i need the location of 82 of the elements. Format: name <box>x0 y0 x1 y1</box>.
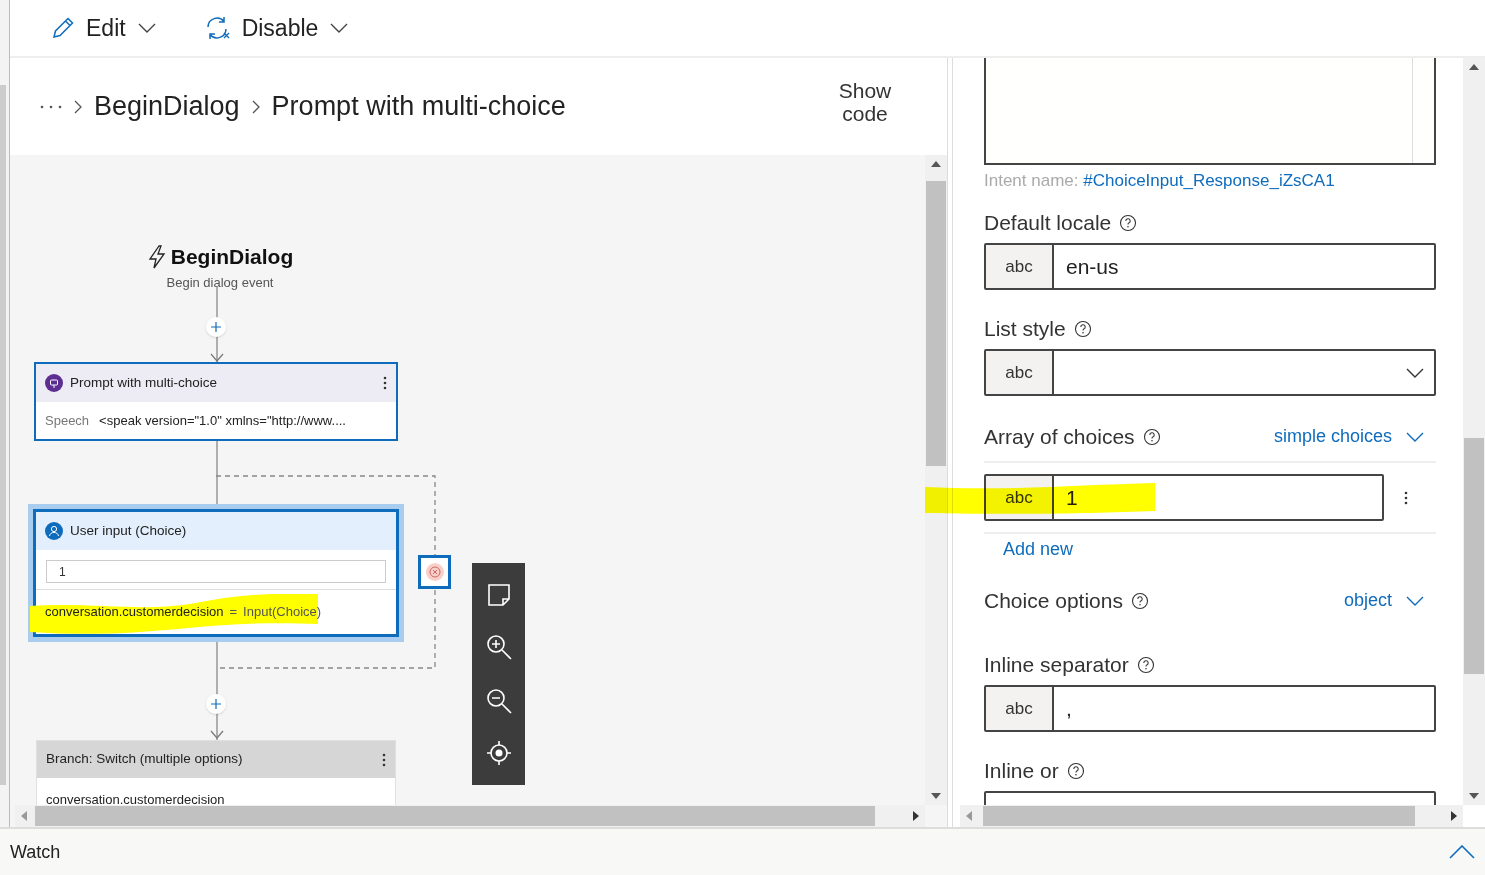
scroll-up-icon[interactable] <box>931 161 941 167</box>
trigger-title: BeginDialog <box>170 244 294 270</box>
help-icon[interactable] <box>1130 591 1149 610</box>
field-label: Default locale <box>984 211 1112 235</box>
scroll-right-icon[interactable] <box>1451 811 1457 821</box>
speech-value: <speak version="1.0" xmlns="http://www.... <box>99 411 346 430</box>
help-icon[interactable] <box>1142 427 1161 446</box>
branch-node[interactable]: Branch: Switch (multiple options) conversation.customerdecision <box>36 740 396 805</box>
user-icon <box>45 522 63 540</box>
node-title: Prompt with multi-choice <box>70 373 218 392</box>
chevron-right-icon <box>74 99 82 114</box>
scroll-down-icon[interactable] <box>931 793 941 799</box>
toolbar-button[interactable]: Edit <box>50 10 156 46</box>
zoom-out-icon[interactable] <box>484 686 513 715</box>
error-handler-node[interactable] <box>418 555 451 589</box>
add-step-button[interactable] <box>206 317 226 337</box>
intent-name: Intent name: #ChoiceInput_Response_iZsCA1 <box>984 171 1336 191</box>
type-label: abc <box>986 687 1054 730</box>
type-dropdown[interactable]: simple choices <box>1273 423 1424 450</box>
field-label: Speech <box>45 411 90 430</box>
field-label: List style <box>984 317 1066 341</box>
horizontal-scrollbar[interactable] <box>960 805 1463 827</box>
lightning-icon <box>146 244 167 269</box>
node-title: Branch: Switch (multiple options) <box>46 750 243 769</box>
field-label: Array of choices <box>984 424 1135 449</box>
more-icon[interactable] <box>383 376 387 390</box>
assignment-operator: = <box>229 603 238 622</box>
select-field[interactable]: abc <box>984 349 1436 396</box>
input-value: , <box>1065 695 1072 722</box>
show-code-button[interactable]: Show code <box>835 78 895 125</box>
vertical-scrollbar[interactable] <box>1463 58 1485 805</box>
input-value: 1 <box>1065 484 1078 511</box>
zoom-in-icon[interactable] <box>484 633 513 662</box>
text-area[interactable] <box>984 58 1436 165</box>
text-input[interactable]: abc en-us <box>984 243 1436 290</box>
chevron-right-icon <box>251 99 260 114</box>
input-value: en-us <box>1065 253 1119 280</box>
text-input[interactable]: abc , <box>984 685 1436 732</box>
add-new-link[interactable]: Add new <box>1003 538 1074 560</box>
branch-condition: conversation.customerdecision <box>46 792 225 805</box>
chevron-down-icon <box>1406 367 1424 378</box>
choice-field: 1 <box>46 560 386 583</box>
toolbar-button[interactable]: Disable <box>203 10 349 46</box>
scroll-up-icon[interactable] <box>1469 64 1479 70</box>
plus-icon <box>211 322 221 332</box>
type-label: abc <box>986 351 1054 394</box>
chevron-down-icon <box>1406 595 1424 606</box>
plus-icon <box>211 699 221 709</box>
field-label: Inline or <box>984 759 1059 783</box>
arrow-head-icon <box>210 730 224 739</box>
type-label: abc <box>986 245 1054 288</box>
minimap-icon[interactable] <box>485 581 512 608</box>
chevron-up-icon[interactable] <box>1449 845 1475 859</box>
more-icon[interactable] <box>382 752 386 767</box>
add-step-button[interactable] <box>206 694 226 714</box>
bot-icon <box>45 374 63 392</box>
help-icon[interactable] <box>1119 214 1138 232</box>
watch-panel-title: Watch <box>10 840 62 864</box>
node-title: User input (Choice) <box>70 521 187 540</box>
error-icon <box>425 563 444 581</box>
breadcrumb-item[interactable]: BeginDialog <box>94 86 240 127</box>
help-icon[interactable] <box>1073 320 1092 338</box>
vertical-scrollbar[interactable] <box>925 155 947 805</box>
assignment-variable: conversation.customerdecision <box>45 603 224 622</box>
field-label: Choice options <box>984 588 1123 613</box>
arrow-head-icon <box>210 353 224 362</box>
scroll-right-icon[interactable] <box>913 811 919 821</box>
scroll-down-icon[interactable] <box>1469 793 1479 799</box>
trigger-subtitle: Begin dialog event <box>166 273 274 292</box>
prompt-node[interactable]: Prompt with multi-choice Speech <speak version="1.0" xmlns="http://www.... <box>34 362 398 441</box>
breadcrumb-item[interactable]: Prompt with multi-choice <box>271 86 566 127</box>
recenter-icon[interactable] <box>485 740 512 767</box>
help-icon[interactable] <box>1136 656 1155 674</box>
help-icon[interactable] <box>1066 762 1085 780</box>
pencil-icon <box>50 15 76 41</box>
chevron-down-icon <box>1406 431 1424 442</box>
more-icon[interactable] <box>40 104 62 109</box>
chevron-down-icon <box>330 23 349 33</box>
chevron-down-icon <box>137 23 156 33</box>
field-label: Inline separator <box>984 653 1129 677</box>
horizontal-scrollbar[interactable] <box>15 805 925 827</box>
type-dropdown[interactable]: object <box>1343 587 1424 614</box>
